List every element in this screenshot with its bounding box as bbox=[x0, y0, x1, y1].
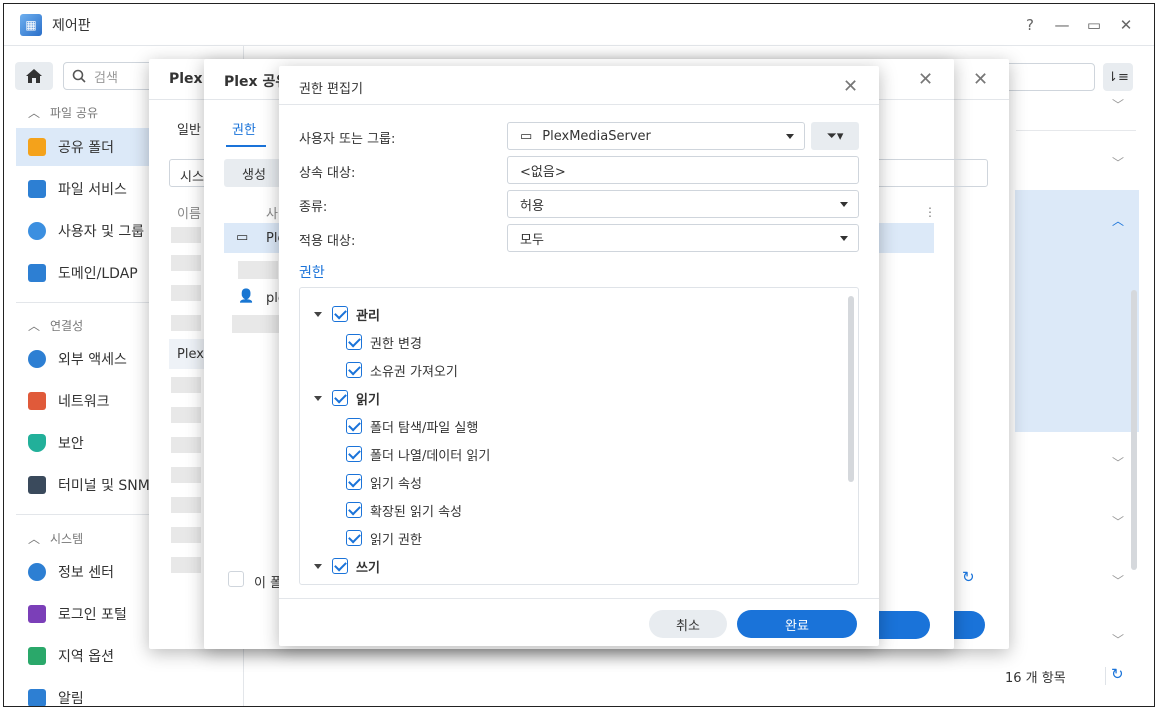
type-select[interactable]: 허용 bbox=[507, 190, 859, 218]
chevron-up-icon[interactable]: ︿ bbox=[1112, 212, 1124, 229]
refresh-icon[interactable]: ↻ bbox=[962, 568, 975, 586]
user-icon: 👤 bbox=[238, 289, 255, 304]
back-dialog-title: Plex bbox=[169, 71, 203, 87]
home-button[interactable] bbox=[15, 62, 53, 90]
regional-icon bbox=[28, 647, 46, 665]
control-panel-window: ▦ 제어판 ? — ▭ ✕ 검색 ︿ 파일 공유 공유 폴더 파일 서비스 사용자… bbox=[3, 3, 1155, 707]
editor-title: 권한 편집기 bbox=[299, 82, 363, 97]
col-header-user: 사 bbox=[266, 207, 278, 222]
section-connectivity[interactable]: ︿ 연결성 bbox=[28, 317, 83, 334]
perm-group-read[interactable]: 읽기 bbox=[314, 388, 380, 408]
checkbox[interactable] bbox=[346, 446, 362, 462]
checkbox[interactable] bbox=[346, 474, 362, 490]
sidebar-item-notification[interactable]: 알림 bbox=[16, 679, 244, 706]
checkbox[interactable] bbox=[332, 306, 348, 322]
folder-icon bbox=[28, 138, 46, 156]
user-group-select[interactable]: ▭ PlexMediaServer bbox=[507, 122, 805, 150]
apply-to-select[interactable]: 모두 bbox=[507, 224, 859, 252]
external-access-icon bbox=[28, 350, 46, 368]
permissions-heading: 권한 bbox=[299, 265, 325, 281]
domain-icon bbox=[28, 264, 46, 282]
checkbox[interactable] bbox=[332, 558, 348, 574]
expand-icon[interactable] bbox=[314, 311, 322, 317]
section-system[interactable]: ︿ 시스템 bbox=[28, 530, 83, 547]
network-icon bbox=[28, 392, 46, 410]
file-services-icon bbox=[28, 180, 46, 198]
maximize-icon[interactable]: ▭ bbox=[1084, 16, 1104, 34]
terminal-icon bbox=[28, 476, 46, 494]
more-icon[interactable]: ⋮ bbox=[924, 205, 936, 219]
checkbox[interactable] bbox=[346, 418, 362, 434]
scrollbar[interactable] bbox=[1131, 290, 1137, 570]
info-icon bbox=[28, 563, 46, 581]
checkbox[interactable] bbox=[346, 502, 362, 518]
dropdown-caret-icon bbox=[786, 134, 794, 139]
window-title: 제어판 bbox=[52, 17, 91, 34]
help-icon[interactable]: ? bbox=[1020, 16, 1040, 34]
item-count: 16 개 항목 bbox=[1005, 671, 1066, 686]
apply-to-label: 적용 대상: bbox=[299, 234, 356, 249]
user-group-label: 사용자 또는 그룹: bbox=[299, 132, 396, 147]
perm-group-manage[interactable]: 관리 bbox=[314, 304, 380, 324]
scrollbar[interactable] bbox=[848, 296, 854, 482]
checkbox[interactable] bbox=[332, 390, 348, 406]
window-icon: ▭ bbox=[236, 230, 249, 245]
expand-icon[interactable] bbox=[314, 395, 322, 401]
inherit-field: <없음> bbox=[507, 156, 859, 184]
perm-item[interactable]: 읽기 속성 bbox=[346, 472, 422, 492]
search-icon bbox=[72, 69, 86, 83]
chevron-down-icon[interactable]: ﹀ bbox=[1112, 154, 1124, 171]
checkbox[interactable] bbox=[346, 362, 362, 378]
create-button[interactable]: 생성 bbox=[224, 159, 284, 187]
perm-item[interactable]: 폴더 탐색/파일 실행 bbox=[346, 416, 478, 436]
perm-item[interactable]: 폴더 나열/데이터 읽기 bbox=[346, 444, 490, 464]
chevron-down-icon[interactable]: ﹀ bbox=[1112, 572, 1124, 589]
filter-button[interactable]: ⏷▾ bbox=[811, 122, 859, 150]
perm-item[interactable]: 권한 변경 bbox=[346, 332, 422, 352]
login-portal-icon bbox=[28, 605, 46, 623]
close-icon[interactable]: ✕ bbox=[1116, 16, 1136, 34]
minimize-icon[interactable]: — bbox=[1052, 16, 1072, 34]
search-placeholder: 검색 bbox=[94, 70, 118, 86]
checkbox[interactable] bbox=[346, 334, 362, 350]
perm-group-write[interactable]: 쓰기 bbox=[314, 556, 380, 576]
perm-item[interactable]: 읽기 권한 bbox=[346, 528, 422, 548]
apply-subfolder-label: 이 폴 bbox=[254, 576, 283, 591]
chevron-down-icon[interactable]: ﹀ bbox=[1112, 454, 1124, 471]
title-bar: ▦ 제어판 ? — ▭ ✕ bbox=[4, 4, 1154, 46]
filter-icon: ⏷▾ bbox=[826, 128, 844, 144]
dropdown-caret-icon bbox=[840, 202, 848, 207]
control-panel-icon: ▦ bbox=[20, 13, 42, 36]
window-icon: ▭ bbox=[520, 128, 533, 144]
chevron-down-icon[interactable]: ﹀ bbox=[1112, 96, 1124, 113]
users-icon bbox=[28, 222, 46, 240]
close-icon[interactable]: ✕ bbox=[973, 69, 988, 90]
perm-item[interactable]: 확장된 읽기 속성 bbox=[346, 500, 462, 520]
shield-icon bbox=[28, 434, 46, 452]
tab-general[interactable]: 일반 bbox=[177, 119, 201, 138]
inherit-label: 상속 대상: bbox=[299, 166, 356, 181]
sort-button[interactable]: ⇂≡ bbox=[1103, 63, 1133, 91]
expand-icon[interactable] bbox=[314, 563, 322, 569]
notification-icon bbox=[28, 689, 46, 706]
chevron-down-icon[interactable]: ﹀ bbox=[1112, 513, 1124, 530]
chevron-down-icon[interactable]: ﹀ bbox=[1112, 631, 1124, 648]
perm-item[interactable]: 소유권 가져오기 bbox=[346, 360, 458, 380]
permission-editor-dialog: 권한 편집기 ✕ 사용자 또는 그룹: ▭ PlexMediaServer ⏷▾… bbox=[279, 66, 879, 646]
tab-permissions[interactable]: 권한 bbox=[232, 119, 256, 138]
done-button[interactable]: 완료 bbox=[737, 610, 857, 638]
apply-subfolder-checkbox[interactable] bbox=[228, 571, 244, 587]
section-file-sharing[interactable]: ︿ 파일 공유 bbox=[28, 104, 98, 121]
permissions-tree: 관리 권한 변경 소유권 가져오기 읽기 폴더 탐색/파일 실행 폴더 나열/데… bbox=[299, 287, 859, 585]
refresh-icon[interactable]: ↻ bbox=[1111, 665, 1124, 683]
back-row-label[interactable]: Plex bbox=[177, 347, 204, 362]
type-label: 종류: bbox=[299, 200, 328, 215]
cancel-button[interactable]: 취소 bbox=[649, 610, 727, 638]
home-icon bbox=[26, 69, 42, 83]
close-icon[interactable]: ✕ bbox=[843, 76, 858, 97]
col-header-name: 이름 bbox=[177, 207, 201, 222]
close-icon[interactable]: ✕ bbox=[918, 69, 933, 90]
dropdown-caret-icon bbox=[840, 236, 848, 241]
checkbox[interactable] bbox=[346, 530, 362, 546]
